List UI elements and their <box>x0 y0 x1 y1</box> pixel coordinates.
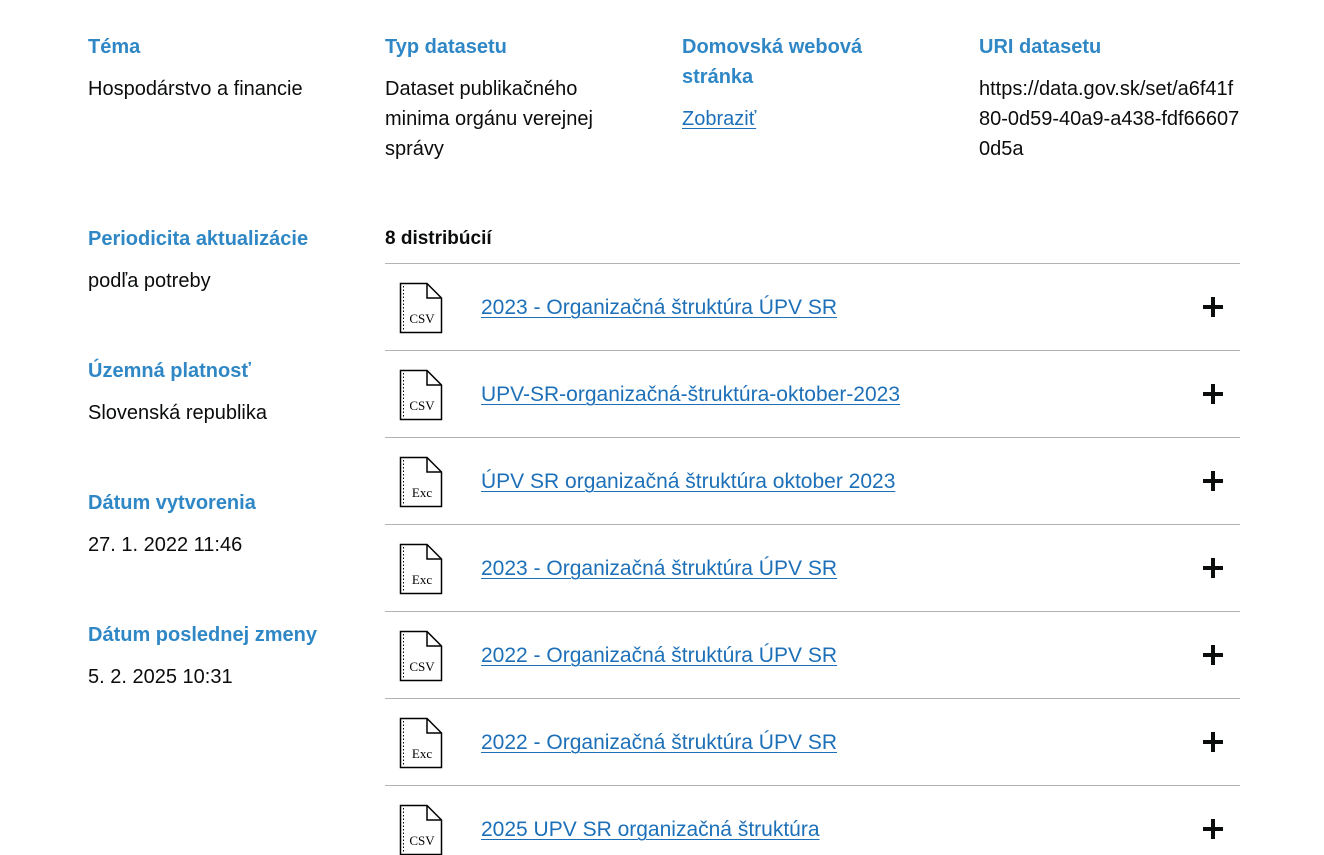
format-label: CSV <box>409 659 435 674</box>
distribution-link[interactable]: 2022 - Organizačná štruktúra ÚPV SR <box>481 641 837 671</box>
expand-plus-icon[interactable] <box>1202 818 1224 840</box>
format-label: CSV <box>409 398 435 413</box>
distribution-row: CSV 2025 UPV SR organizačná štruktúra <box>385 786 1240 855</box>
domovska-stranka-label: Domovská webová stránka <box>682 36 863 88</box>
datum-zmeny-label: Dátum poslednej zmeny <box>88 624 317 646</box>
uri-datasetu-value: https://data.gov.sk/set/a6f41f80-0d59-40… <box>979 78 1240 160</box>
expand-plus-icon[interactable] <box>1202 296 1224 318</box>
csv-file-icon: CSV <box>399 630 443 682</box>
distribution-row: Exc 2023 - Organizačná štruktúra ÚPV SR <box>385 525 1240 612</box>
expand-plus-icon[interactable] <box>1202 557 1224 579</box>
distribution-link[interactable]: 2023 - Organizačná štruktúra ÚPV SR <box>481 554 837 584</box>
distribution-link[interactable]: 2022 - Organizačná štruktúra ÚPV SR <box>481 728 837 758</box>
periodicita-label: Periodicita aktualizácie <box>88 228 309 250</box>
distributions-list: CSV 2023 - Organizačná štruktúra ÚPV SR CS… <box>385 263 1240 855</box>
distributions-count: 8 distribúcií <box>385 228 492 249</box>
typ-datasetu-label: Typ datasetu <box>385 36 507 58</box>
tema-label: Téma <box>88 36 141 58</box>
typ-datasetu-value: Dataset publikačného minima orgánu verej… <box>385 78 593 160</box>
datum-vytvorenia-value: 27. 1. 2022 11:46 <box>88 534 243 556</box>
distribution-link[interactable]: 2023 - Organizačná štruktúra ÚPV SR <box>481 293 837 323</box>
csv-file-icon: CSV <box>399 282 443 334</box>
format-label: Exc <box>412 572 432 587</box>
datum-zmeny-value: 5. 2. 2025 10:31 <box>88 666 233 688</box>
expand-plus-icon[interactable] <box>1202 383 1224 405</box>
distribution-row: Exc 2022 - Organizačná štruktúra ÚPV SR <box>385 699 1240 786</box>
distribution-link[interactable]: ÚPV SR organizačná štruktúra oktober 202… <box>481 467 895 497</box>
datum-vytvorenia-label: Dátum vytvorenia <box>88 492 256 514</box>
distribution-link[interactable]: 2025 UPV SR organizačná štruktúra <box>481 815 820 845</box>
uzemna-platnost-value: Slovenská republika <box>88 402 267 424</box>
distribution-row: CSV UPV-SR-organizačná-štruktúra-oktober-… <box>385 351 1240 438</box>
tema-value: Hospodárstvo a financie <box>88 78 303 100</box>
expand-plus-icon[interactable] <box>1202 470 1224 492</box>
zobrazit-link[interactable]: Zobraziť <box>682 108 756 130</box>
excel-file-icon: Exc <box>399 717 443 769</box>
format-label: Exc <box>412 485 432 500</box>
format-label: Exc <box>412 746 432 761</box>
uri-datasetu-label: URI datasetu <box>979 36 1102 58</box>
distribution-link[interactable]: UPV-SR-organizačná-štruktúra-oktober-202… <box>481 380 900 410</box>
csv-file-icon: CSV <box>399 804 443 855</box>
uzemna-platnost-label: Územná platnosť <box>88 360 251 382</box>
distribution-row: Exc ÚPV SR organizačná štruktúra oktober … <box>385 438 1240 525</box>
excel-file-icon: Exc <box>399 543 443 595</box>
expand-plus-icon[interactable] <box>1202 644 1224 666</box>
domovska-stranka-value: Zobraziť <box>682 104 756 134</box>
distribution-row: CSV 2022 - Organizačná štruktúra ÚPV SR <box>385 612 1240 699</box>
format-label: CSV <box>409 833 435 848</box>
periodicita-value: podľa potreby <box>88 270 211 292</box>
distribution-row: CSV 2023 - Organizačná štruktúra ÚPV SR <box>385 264 1240 351</box>
csv-file-icon: CSV <box>399 369 443 421</box>
excel-file-icon: Exc <box>399 456 443 508</box>
format-label: CSV <box>409 311 435 326</box>
expand-plus-icon[interactable] <box>1202 731 1224 753</box>
